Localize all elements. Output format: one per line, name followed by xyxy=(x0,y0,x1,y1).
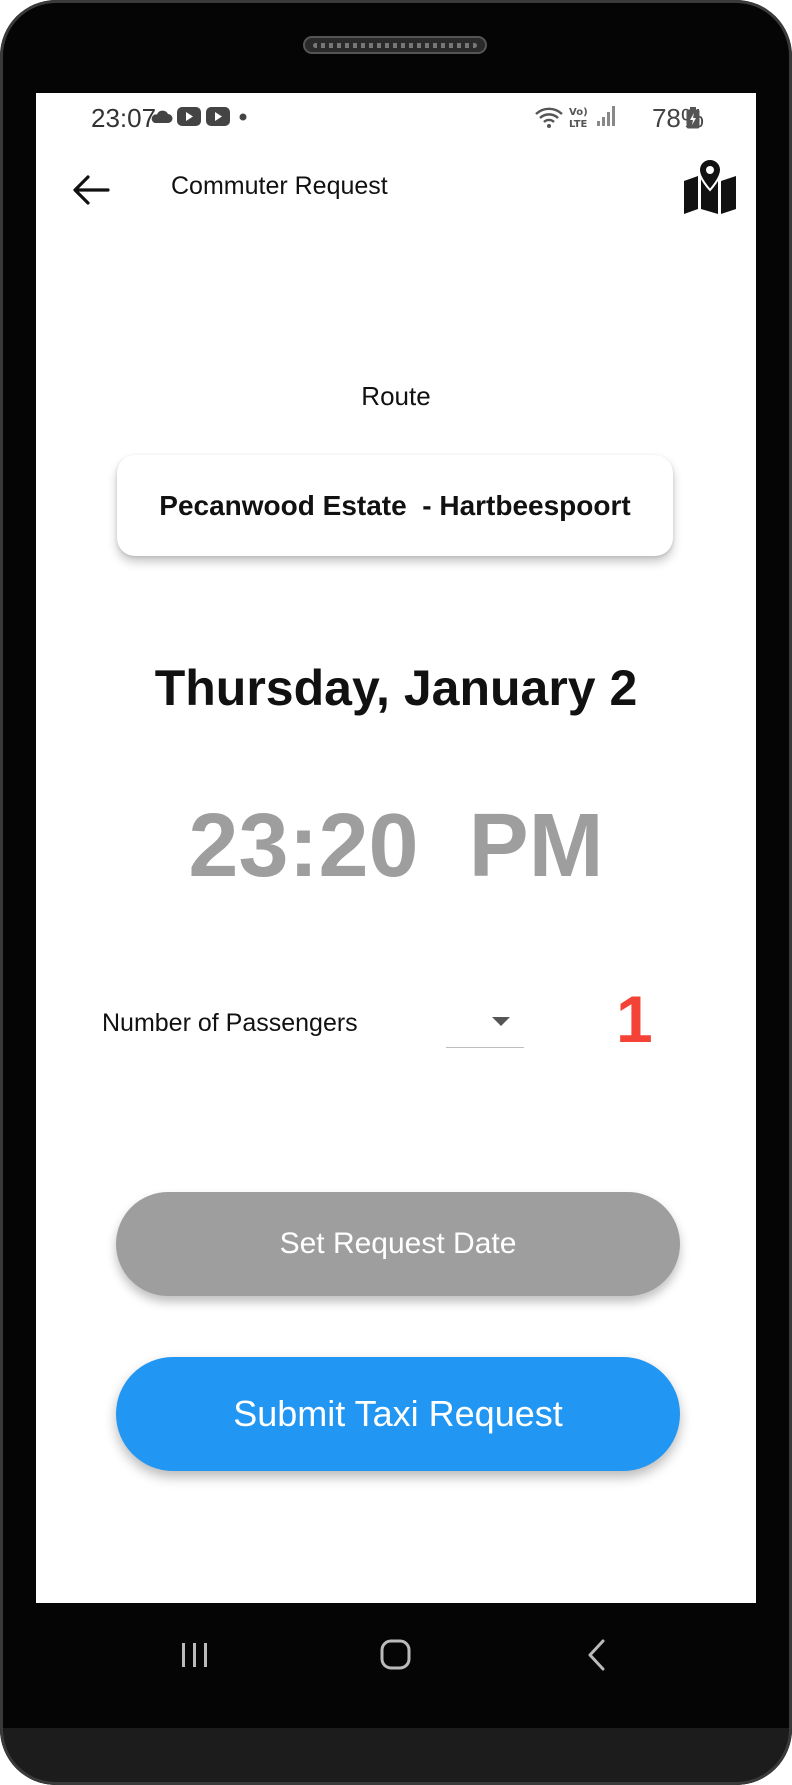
passengers-dropdown[interactable] xyxy=(446,999,524,1048)
wifi-icon xyxy=(535,107,563,128)
page-title: Commuter Request xyxy=(171,172,388,200)
chevron-down-icon xyxy=(492,1017,510,1026)
volte-icon: Vo) LTE xyxy=(569,107,588,130)
app-bar: Commuter Request xyxy=(36,145,756,235)
dot-icon xyxy=(239,113,247,121)
passengers-label: Number of Passengers xyxy=(102,1009,358,1037)
arrow-left-icon xyxy=(73,175,110,205)
route-label: Route xyxy=(361,381,431,411)
back-nav-button[interactable] xyxy=(567,1633,627,1677)
back-button[interactable] xyxy=(66,165,116,215)
map-pin-icon xyxy=(684,157,736,214)
system-nav-bar xyxy=(0,1603,792,1703)
submit-taxi-request-button[interactable]: Submit Taxi Request xyxy=(116,1357,680,1471)
home-button[interactable] xyxy=(365,1633,425,1677)
passengers-count: 1 xyxy=(616,982,653,1056)
request-date: Thursday, January 2 xyxy=(154,660,638,716)
phone-chin xyxy=(0,1728,792,1785)
request-time: 23:20 PM xyxy=(188,796,604,896)
back-nav-icon xyxy=(588,1639,605,1671)
app-screen: 23:07 Vo) LTE 78% Commuter Request Route… xyxy=(36,93,756,1603)
status-bar: 23:07 Vo) LTE 78% xyxy=(36,93,756,145)
youtube-icon xyxy=(177,107,201,126)
battery-charging-icon xyxy=(686,107,700,129)
map-button[interactable] xyxy=(682,157,738,215)
recents-button[interactable] xyxy=(165,1633,225,1677)
route-value: Pecanwood Estate - Hartbeespoort xyxy=(159,489,631,521)
status-time: 23:07 xyxy=(91,103,157,133)
set-request-date-button[interactable]: Set Request Date xyxy=(116,1192,680,1296)
signal-icon xyxy=(597,106,615,126)
svg-text:LTE: LTE xyxy=(569,119,588,130)
phone-speaker xyxy=(303,36,487,54)
cloud-icon xyxy=(151,110,173,123)
home-icon xyxy=(380,1639,411,1670)
route-card: Pecanwood Estate - Hartbeespoort xyxy=(117,455,673,556)
recents-icon xyxy=(182,1643,207,1667)
phone-frame: 23:07 Vo) LTE 78% Commuter Request Route… xyxy=(0,0,792,1785)
youtube-icon xyxy=(206,107,230,126)
svg-text:Vo): Vo) xyxy=(569,107,588,118)
